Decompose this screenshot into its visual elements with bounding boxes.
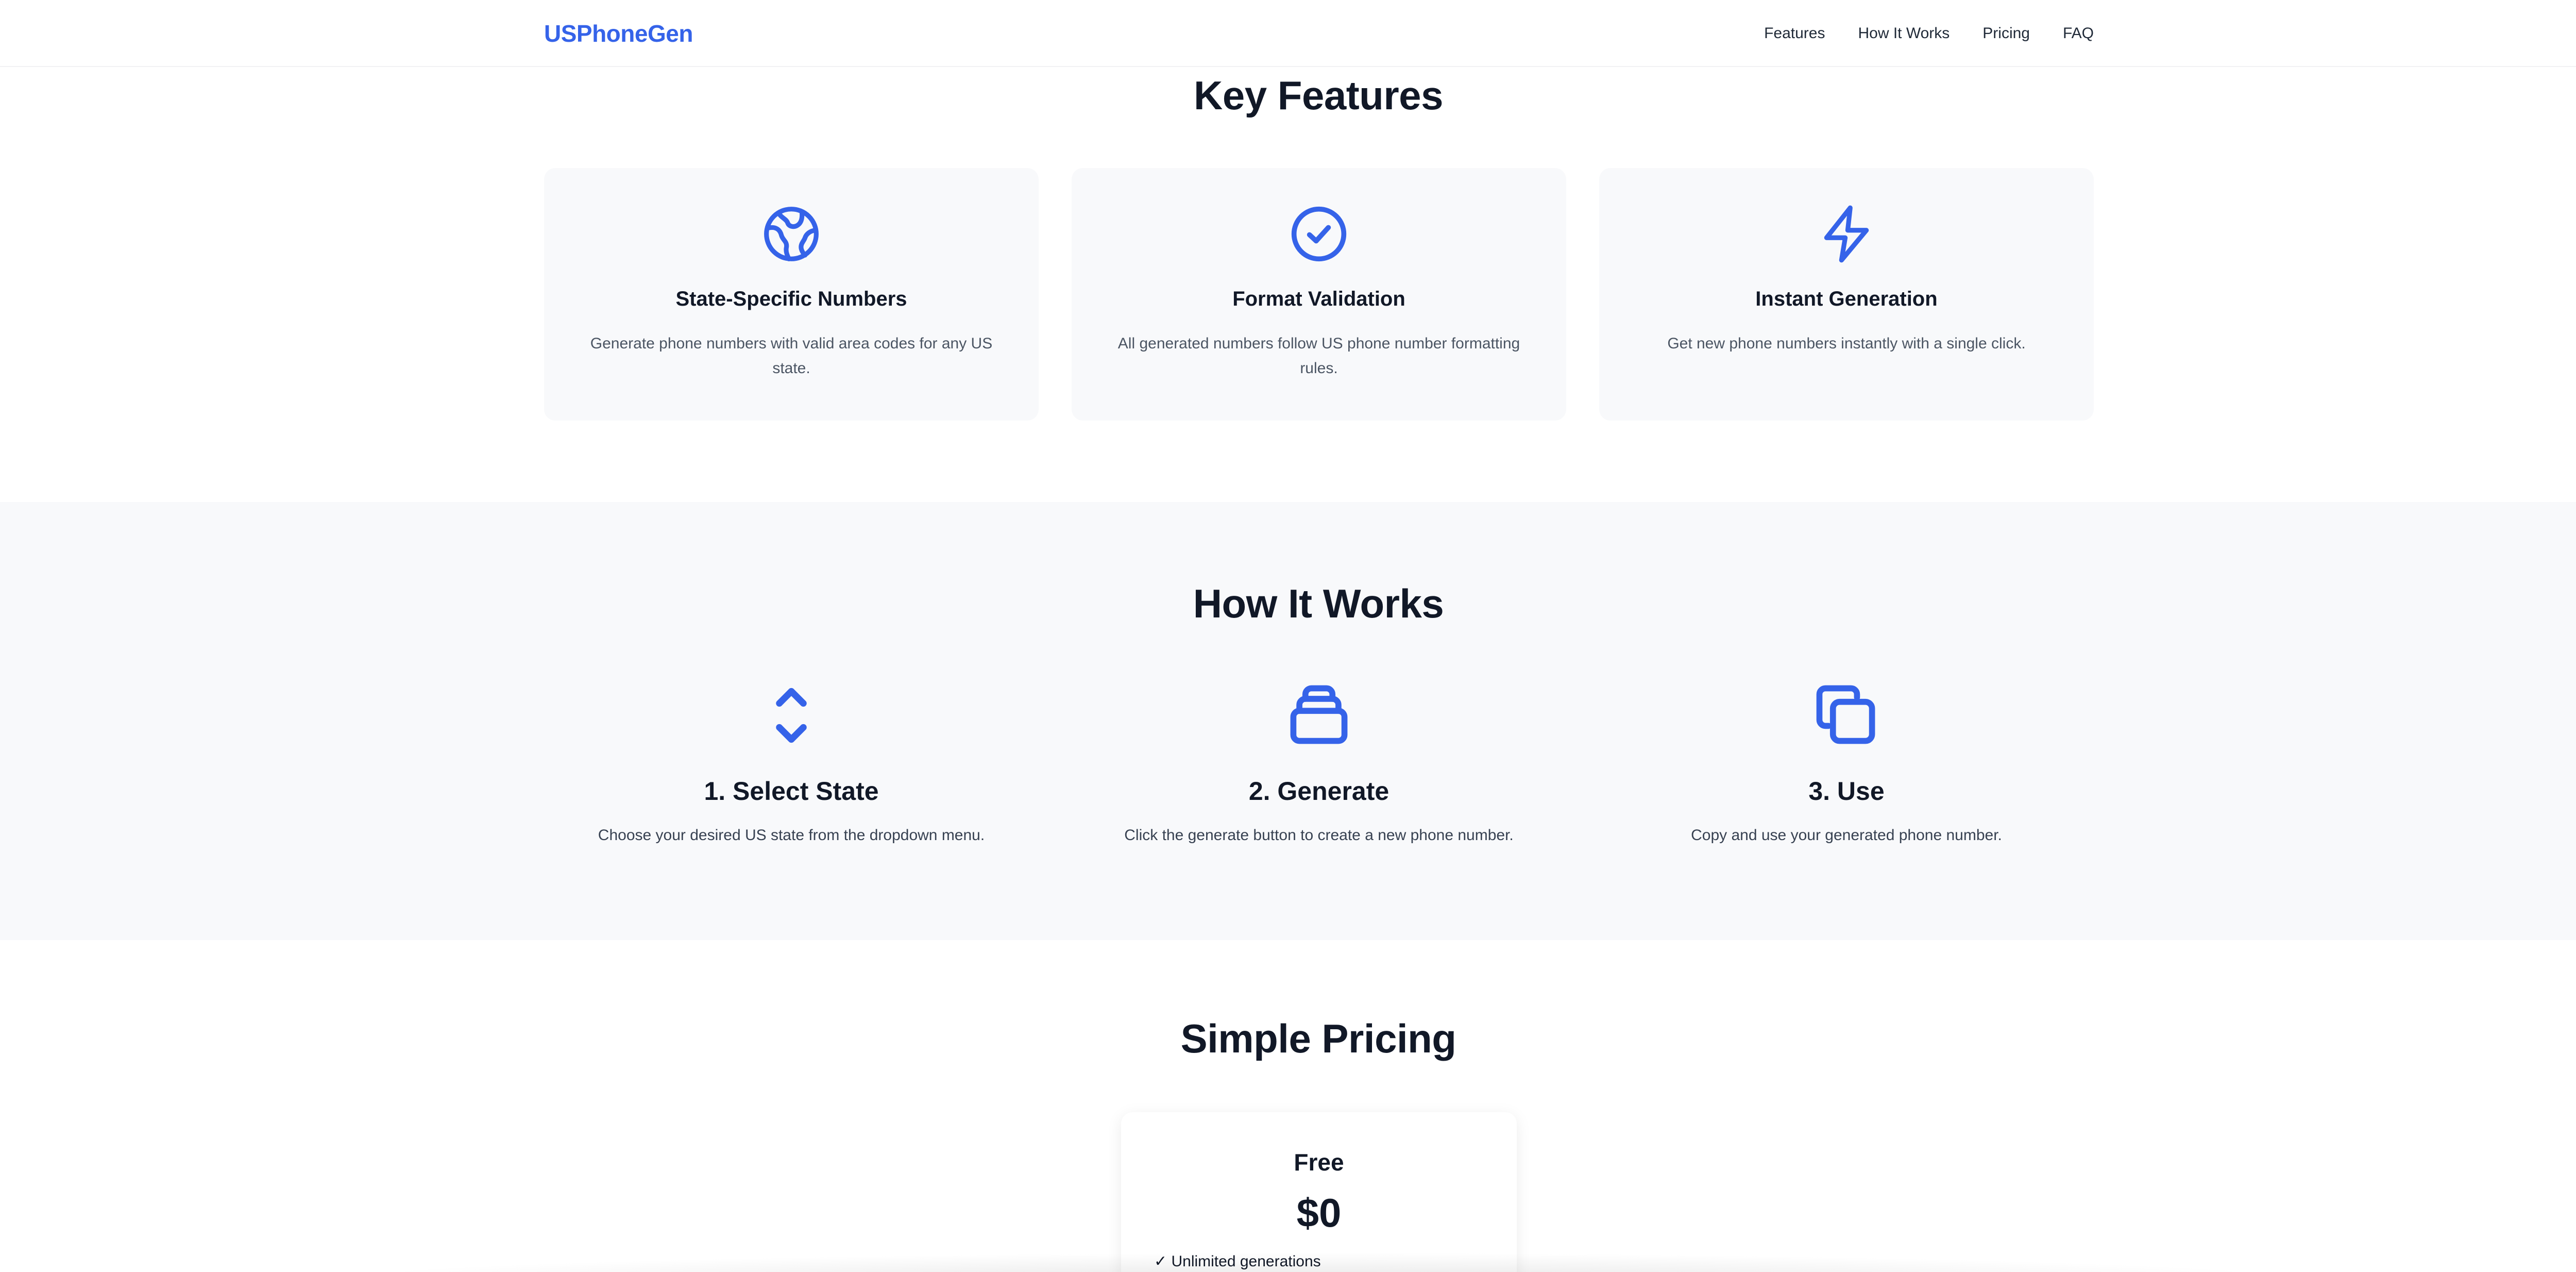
nav-link-faq[interactable]: FAQ [2063, 25, 2094, 42]
step-generate: 2. Generate Click the generate button to… [1072, 679, 1566, 844]
feature-description: Generate phone numbers with valid area c… [590, 335, 993, 377]
stack-icon [1283, 679, 1355, 751]
how-it-works-title: How It Works [1193, 581, 1444, 626]
plan-name: Free [1294, 1149, 1344, 1176]
chevron-up-down-icon [755, 679, 827, 751]
step-select-state: 1. Select State Choose your desired US s… [544, 679, 1039, 844]
lightning-icon [1817, 204, 1876, 264]
nav-link-pricing[interactable]: Pricing [1982, 25, 2030, 42]
feature-card-state-specific: State-Specific Numbers Generate phone nu… [544, 168, 1039, 421]
feature-description: Get new phone numbers instantly with a s… [1667, 335, 2026, 352]
feature-description: All generated numbers follow US phone nu… [1117, 335, 1520, 377]
features-title: Key Features [1194, 73, 1443, 118]
nav-links: Features How It Works Pricing FAQ [1764, 25, 2094, 42]
how-it-works-section: How It Works 1. Select State Choose your… [0, 502, 2576, 940]
step-description: Click the generate button to create a ne… [1124, 827, 1514, 844]
check-circle-icon [1289, 204, 1349, 264]
step-use: 3. Use Copy and use your generated phone… [1599, 679, 2094, 844]
steps: 1. Select State Choose your desired US s… [544, 679, 2094, 844]
feature-cards: State-Specific Numbers Generate phone nu… [544, 168, 2094, 421]
top-navigation: USPhoneGen Features How It Works Pricing… [0, 0, 2576, 67]
globe-icon [761, 204, 821, 264]
pricing-title: Simple Pricing [1180, 1016, 1456, 1061]
step-description: Copy and use your generated phone number… [1691, 827, 2002, 844]
step-title: 2. Generate [1248, 777, 1389, 806]
feature-title: State-Specific Numbers [675, 288, 907, 310]
step-title: 1. Select State [704, 777, 879, 806]
step-title: 3. Use [1808, 777, 1885, 806]
nav-link-how-it-works[interactable]: How It Works [1858, 25, 1950, 42]
pricing-card-free: Free $0 ✓ Unlimited generations [1121, 1112, 1517, 1272]
step-description: Choose your desired US state from the dr… [598, 827, 985, 844]
feature-card-instant-generation: Instant Generation Get new phone numbers… [1599, 168, 2094, 421]
copy-icon [1810, 679, 1883, 751]
brand-logo-link[interactable]: USPhoneGen [544, 20, 693, 47]
plan-price: $0 [1296, 1190, 1342, 1235]
feature-title: Instant Generation [1755, 288, 1938, 310]
feature-card-format-validation: Format Validation All generated numbers … [1072, 168, 1566, 421]
plan-feature-item: ✓ Unlimited generations [1154, 1253, 1321, 1270]
nav-link-features[interactable]: Features [1764, 25, 1825, 42]
nav-container: USPhoneGen Features How It Works Pricing… [544, 0, 2094, 67]
feature-title: Format Validation [1232, 288, 1405, 310]
